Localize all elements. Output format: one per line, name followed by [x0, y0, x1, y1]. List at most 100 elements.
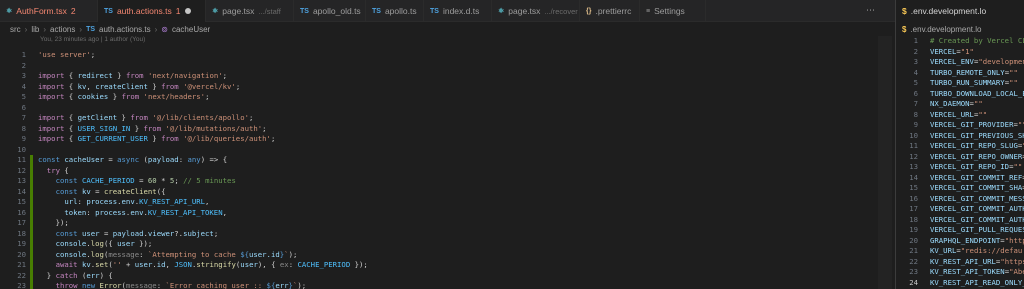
breadcrumb-actions[interactable]: actions — [50, 25, 75, 34]
env-line[interactable]: VERCEL="1" — [930, 47, 974, 58]
code-line[interactable]: const kv = createClient({ — [38, 187, 166, 198]
tab-label: apollo.ts — [384, 6, 417, 16]
breadcrumb-lib[interactable]: lib — [31, 25, 39, 34]
code-line[interactable]: import { GET_CURRENT_USER } from '@/lib/… — [38, 134, 275, 145]
tab-index-d[interactable]: TS index.d.ts — [424, 0, 492, 22]
env-line[interactable]: VERCEL_GIT_COMMIT_REF= — [930, 173, 1024, 184]
code-line[interactable]: url: process.env.KV_REST_API_URL, — [38, 197, 209, 208]
line-number: 15 — [17, 197, 26, 206]
env-line[interactable]: TURBO_RUN_SUMMARY="" — [930, 78, 1018, 89]
env-line[interactable]: NX_DAEMON="" — [930, 99, 983, 110]
line-number: 7 — [913, 99, 918, 108]
tab-label: page.tsx — [508, 6, 541, 16]
env-line[interactable]: KV_REST_API_URL="https — [930, 257, 1024, 268]
code-line[interactable]: await kv.set('' + user.id, JSON.stringif… — [38, 260, 368, 271]
tab-apollo-old[interactable]: TS apollo_old.ts — [294, 0, 366, 22]
tab-auth-actions[interactable]: TS auth.actions.ts 1 — [98, 0, 206, 22]
tab-page-recover[interactable]: ⚛ page.tsx .../recover — [492, 0, 580, 22]
typescript-icon: TS — [104, 7, 113, 15]
git-modified-indicator[interactable] — [30, 155, 33, 289]
code-line[interactable]: const CACHE_PERIOD = 60 * 5; // 5 minute… — [38, 176, 236, 187]
breadcrumb-symbol[interactable]: cacheUser — [172, 25, 210, 34]
tab-path-hint: .../staff — [258, 6, 281, 16]
line-number: 8 — [21, 123, 26, 133]
breadcrumb-src[interactable]: src — [10, 25, 21, 34]
code-line[interactable]: import { USER_SIGN_IN } from '@/lib/muta… — [38, 124, 267, 135]
chevron-right-icon: › — [43, 24, 47, 34]
more-actions-icon[interactable]: ⋯ — [866, 6, 875, 16]
line-number: 19 — [909, 225, 918, 234]
env-line[interactable]: VERCEL_GIT_PREVIOUS_SH — [930, 131, 1024, 142]
code-line[interactable]: import { getClient } from '@/lib/clients… — [38, 113, 253, 124]
breadcrumb-file[interactable]: auth.actions.ts — [99, 25, 151, 34]
line-number: 1 — [913, 36, 918, 45]
tab-page-staff[interactable]: ⚛ page.tsx .../staff — [206, 0, 294, 22]
env-editor[interactable]: 1 # Created by Vercel CL 2 VERCEL="1" 3 VERCE… — [896, 35, 1024, 289]
tab-label: AuthForm.tsx — [16, 6, 67, 16]
code-line[interactable]: 'use server'; — [38, 50, 95, 61]
error-count-badge: 1 — [175, 6, 181, 16]
env-line[interactable]: VERCEL_GIT_REPO_ID="" — [930, 162, 1022, 173]
typescript-icon: TS — [86, 25, 96, 33]
code-line[interactable]: import { redirect } from 'next/navigatio… — [38, 71, 227, 82]
tab-authform[interactable]: ⚛ AuthForm.tsx 2 — [0, 0, 98, 22]
line-number: 1 — [21, 50, 26, 59]
env-line[interactable]: VERCEL_GIT_COMMIT_AUTH — [930, 204, 1024, 215]
env-line[interactable]: VERCEL_URL="" — [930, 110, 987, 121]
error-count-badge: 2 — [70, 6, 76, 16]
env-line[interactable]: VERCEL_GIT_COMMIT_SHA= — [930, 183, 1024, 194]
env-line[interactable]: VERCEL_GIT_COMMIT_AUTH — [930, 215, 1024, 226]
tab-label: index.d.ts — [442, 6, 480, 16]
env-line[interactable]: GRAPHQL_ENDPOINT="http — [930, 236, 1024, 247]
env-line[interactable]: VERCEL_GIT_REPO_OWNER= — [930, 152, 1024, 163]
line-number: 15 — [909, 183, 918, 192]
code-line[interactable]: try { — [38, 166, 69, 177]
line-number: 4 — [913, 67, 918, 77]
react-icon: ⚛ — [498, 8, 505, 15]
line-number: 21 — [909, 246, 918, 255]
env-line[interactable]: TURBO_DOWNLOAD_LOCAL_E — [930, 89, 1024, 100]
code-editor[interactable]: 1 'use server'; 2 3 import { redirect } from… — [0, 44, 895, 289]
code-line[interactable]: }); — [38, 218, 69, 229]
tab-settings[interactable]: ≡ Settings — [640, 0, 706, 22]
env-line[interactable]: VERCEL_ENV="developmen — [930, 57, 1024, 68]
line-number: 18 — [909, 214, 918, 224]
env-line[interactable]: VERCEL_GIT_REPO_SLUG=" — [930, 141, 1024, 152]
tab-env-development[interactable]: $ .env.development.lo — [896, 0, 1024, 22]
env-line[interactable]: VERCEL_GIT_PULL_REQUES — [930, 225, 1024, 236]
line-number: 9 — [21, 134, 26, 143]
code-line[interactable]: const cacheUser = async (payload: any) =… — [38, 155, 227, 166]
code-line[interactable]: import { cookies } from 'next/headers'; — [38, 92, 209, 103]
tab-apollo[interactable]: TS apollo.ts — [366, 0, 424, 22]
line-number: 16 — [909, 193, 918, 203]
code-line[interactable]: const user = payload.viewer?.subject; — [38, 229, 219, 240]
line-number: 10 — [909, 130, 918, 140]
code-line[interactable]: console.log({ user }); — [38, 239, 153, 250]
line-number: 3 — [913, 57, 918, 66]
tab-label: page.tsx — [222, 6, 255, 16]
breadcrumb: src › lib › actions › TS auth.actions.ts… — [0, 22, 895, 36]
env-line[interactable]: # Created by Vercel CL — [930, 36, 1024, 47]
code-line[interactable]: } catch (err) { — [38, 271, 113, 282]
breadcrumb-file[interactable]: .env.development.lo — [910, 25, 981, 34]
code-line[interactable]: throw new Error(message: `Error caching … — [38, 281, 307, 289]
unsaved-dot-icon[interactable] — [184, 8, 191, 14]
env-line[interactable]: VERCEL_GIT_PROVIDER="" — [930, 120, 1024, 131]
line-number: 12 — [909, 151, 918, 161]
react-icon: ⚛ — [6, 8, 13, 15]
env-line[interactable]: KV_URL="redis://defau — [930, 246, 1022, 257]
line-number: 6 — [913, 88, 918, 98]
line-number: 21 — [17, 260, 26, 269]
right-editor-group: $ .env.development.lo $ .env.development… — [896, 0, 1024, 289]
tab-prettierrc[interactable]: {} .prettierrc — [580, 0, 640, 22]
chevron-right-icon: › — [154, 24, 158, 34]
code-line[interactable]: console.log(message: `Attempting to cach… — [38, 250, 298, 261]
env-line[interactable]: KV_REST_API_READ_ONLY_ — [930, 278, 1024, 289]
env-line[interactable]: TURBO_REMOTE_ONLY="" — [930, 68, 1018, 79]
code-line[interactable]: import { kv, createClient } from '@verce… — [38, 82, 240, 93]
env-line[interactable]: KV_REST_API_TOKEN="Abe — [930, 267, 1024, 278]
line-number: 20 — [909, 235, 918, 245]
line-number: 5 — [21, 92, 26, 101]
code-line[interactable]: token: process.env.KV_REST_API_TOKEN, — [38, 208, 227, 219]
env-line[interactable]: VERCEL_GIT_COMMIT_MESS — [930, 194, 1024, 205]
